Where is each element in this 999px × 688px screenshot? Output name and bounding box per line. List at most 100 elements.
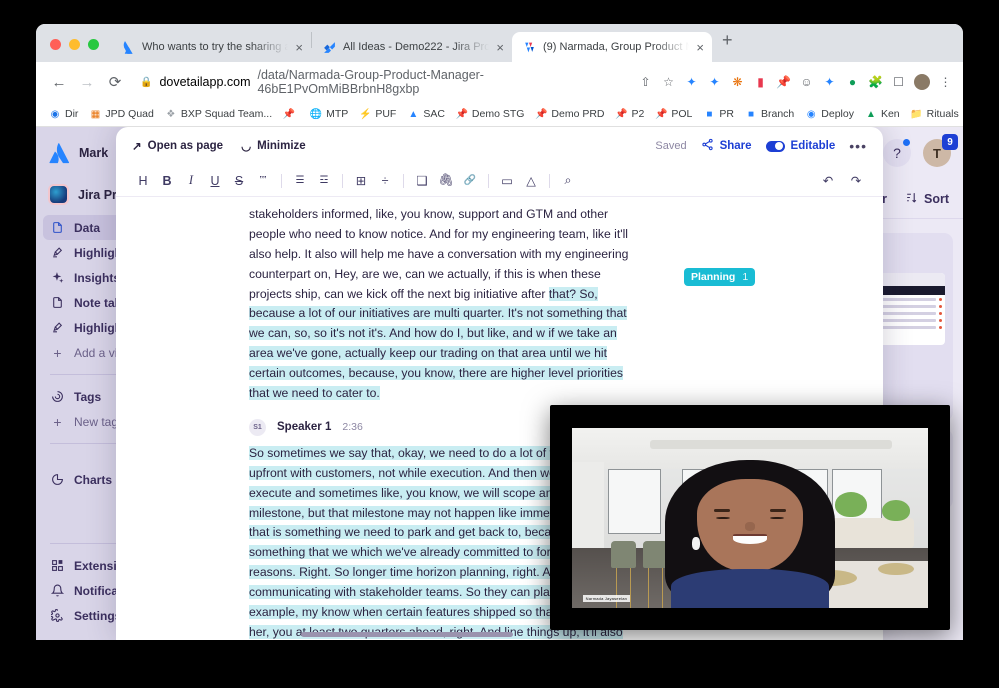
editor-toolbar: H B I U S ”” ☰ ☲ ⊞ ÷ ❑ 🖇 🔗 ▭ △ ⌕ ↶ ↷ bbox=[116, 165, 883, 197]
paragraph-highlighted-text: that? So, because a lot of our initiativ… bbox=[249, 286, 627, 401]
underline-icon[interactable]: U bbox=[204, 170, 226, 192]
minimize-window-button[interactable] bbox=[69, 39, 80, 50]
minimize-button[interactable]: ◡ Minimize bbox=[241, 139, 306, 153]
bookmark-demo-stg[interactable]: 📌 Demo STG bbox=[452, 106, 529, 122]
browser-menu-icon[interactable]: ⋮ bbox=[938, 75, 953, 90]
extension-jira-icon[interactable]: ✦ bbox=[684, 75, 699, 90]
video-call-overlay[interactable]: Narmada Jayaseelan bbox=[550, 405, 950, 630]
numbered-list-icon[interactable]: ☲ bbox=[313, 170, 335, 192]
drive-icon: ▲ bbox=[866, 108, 876, 120]
bullet-list-icon[interactable]: ☰ bbox=[289, 170, 311, 192]
bookmark-pin[interactable]: 📌 bbox=[279, 106, 303, 122]
italic-icon[interactable]: I bbox=[180, 170, 202, 192]
redo-icon[interactable]: ↷ bbox=[845, 170, 867, 192]
divider bbox=[549, 173, 550, 188]
browser-tab-3[interactable]: (9) Narmada, Group Product M × bbox=[512, 32, 712, 62]
sidebar-item-label: Data bbox=[74, 220, 101, 235]
participant-name-label: Narmada Jayaseelan bbox=[582, 595, 631, 603]
nose bbox=[744, 522, 756, 532]
back-button[interactable]: ← bbox=[46, 69, 72, 95]
browser-tab-1[interactable]: Who wants to try the sharing a × bbox=[111, 32, 311, 62]
close-window-button[interactable] bbox=[50, 39, 61, 50]
open-as-page-button[interactable]: ↗ Open as page bbox=[132, 139, 223, 153]
url-path: /data/Narmada-Group-Product-Manager-46bE… bbox=[257, 68, 484, 96]
video-icon[interactable]: ▭ bbox=[496, 170, 518, 192]
extensions-puzzle-icon[interactable]: 🧩 bbox=[868, 75, 883, 90]
table-icon[interactable]: ⊞ bbox=[350, 170, 372, 192]
bookmark-p2[interactable]: 📌 P2 bbox=[612, 106, 649, 122]
bookmark-mtp[interactable]: 🌐 MTP bbox=[306, 106, 352, 122]
bookmark-jpd-quad[interactable]: ▦ JPD Quad bbox=[85, 106, 157, 122]
extension-m-icon[interactable]: ▮ bbox=[753, 75, 768, 90]
extension-star-icon[interactable]: ✦ bbox=[822, 75, 837, 90]
close-icon[interactable]: × bbox=[496, 41, 504, 54]
reload-button[interactable]: ⟳ bbox=[102, 69, 128, 95]
close-icon[interactable]: × bbox=[295, 41, 303, 54]
folder-icon: 📁 bbox=[910, 108, 923, 120]
maximize-window-button[interactable] bbox=[88, 39, 99, 50]
tag-planning[interactable]: Planning 1 bbox=[684, 268, 756, 286]
bookmark-star-icon[interactable]: ☆ bbox=[661, 75, 676, 90]
eye-left bbox=[716, 516, 730, 519]
bookmark-puf[interactable]: ⚡ PUF bbox=[355, 106, 400, 122]
forward-button[interactable]: → bbox=[74, 69, 100, 95]
eye-right bbox=[770, 516, 784, 519]
attachment-icon[interactable]: 🖇 bbox=[435, 170, 457, 192]
jira-icon: 📌 bbox=[535, 108, 548, 120]
plus-icon: + bbox=[53, 413, 62, 430]
highlight-icon[interactable]: △ bbox=[520, 170, 542, 192]
horizontal-scrollbar[interactable] bbox=[301, 632, 513, 637]
bookmark-label: Dir bbox=[65, 108, 79, 120]
bookmark-ken[interactable]: ▲ Ken bbox=[861, 106, 904, 122]
toggle-switch[interactable] bbox=[765, 140, 785, 152]
heading-icon[interactable]: H bbox=[132, 170, 154, 192]
extension-smiley-icon[interactable]: ☺ bbox=[799, 75, 814, 90]
extension-confluence-icon[interactable]: ✦ bbox=[707, 75, 722, 90]
share-button[interactable]: Share bbox=[701, 138, 752, 154]
image-icon[interactable]: ❑ bbox=[411, 170, 433, 192]
sort-button[interactable]: Sort bbox=[905, 191, 949, 207]
profile-avatar[interactable] bbox=[914, 74, 930, 90]
jira-icon: 📌 bbox=[455, 108, 469, 120]
search-icon[interactable]: ⌕ bbox=[557, 170, 579, 192]
bookmark-pol[interactable]: 📌 POL bbox=[651, 106, 696, 122]
extension-pin-icon[interactable]: 📌 bbox=[776, 75, 791, 90]
strikethrough-icon[interactable]: S bbox=[228, 170, 250, 192]
url-host: dovetailapp.com bbox=[159, 75, 251, 89]
bookmark-pr[interactable]: ■ PR bbox=[699, 106, 738, 122]
new-tab-button[interactable]: + bbox=[712, 30, 743, 56]
divider bbox=[488, 173, 489, 188]
earbud-icon bbox=[691, 536, 701, 550]
divider-icon[interactable]: ÷ bbox=[374, 170, 396, 192]
bookmark-bxp-squad-team[interactable]: ❖ BXP Squad Team... bbox=[161, 106, 276, 122]
sidepanel-icon[interactable]: ☐ bbox=[891, 75, 906, 90]
bookmark-deploy[interactable]: ◉ Deploy bbox=[801, 106, 858, 122]
extension-colorful-icon[interactable]: ❋ bbox=[730, 75, 745, 90]
jira-icon: 📌 bbox=[655, 108, 668, 120]
slides-icon: ▦ bbox=[90, 108, 101, 120]
extension-green-icon[interactable]: ● bbox=[845, 75, 860, 90]
editable-toggle[interactable]: Editable bbox=[765, 140, 835, 152]
more-options-button[interactable]: ••• bbox=[849, 138, 867, 154]
bookmark-rituals[interactable]: 📁 Rituals bbox=[907, 106, 963, 122]
video-participant bbox=[664, 459, 836, 608]
url-input[interactable]: 🔒 dovetailapp.com/data/Narmada-Group-Pro… bbox=[136, 68, 626, 96]
bookmark-sac[interactable]: ▲ SAC bbox=[403, 106, 449, 122]
speaker-avatar: S1 bbox=[249, 418, 266, 436]
avatar[interactable]: T 9 bbox=[923, 134, 958, 167]
bold-icon[interactable]: B bbox=[156, 170, 178, 192]
browser-tab-1-title: Who wants to try the sharing a bbox=[142, 41, 289, 53]
speaker-timestamp[interactable]: 2:36 bbox=[342, 421, 362, 433]
bookmark-label: Demo PRD bbox=[551, 108, 605, 120]
share-icon[interactable]: ⇧ bbox=[638, 75, 653, 90]
link-icon[interactable]: 🔗 bbox=[459, 170, 481, 192]
atlassian-icon: ▲ bbox=[408, 108, 419, 120]
undo-icon[interactable]: ↶ bbox=[817, 170, 839, 192]
help-icon[interactable]: ? bbox=[883, 139, 911, 167]
bookmark-demo-prd[interactable]: 📌 Demo PRD bbox=[531, 106, 608, 122]
bookmark-dir[interactable]: ◉ Dir bbox=[45, 106, 82, 122]
bookmark-branch[interactable]: ■ Branch bbox=[741, 106, 798, 122]
quote-icon[interactable]: ”” bbox=[252, 170, 274, 192]
browser-tab-2[interactable]: All Ideas - Demo222 - Jira Pro × bbox=[312, 32, 512, 62]
close-icon[interactable]: × bbox=[696, 41, 704, 54]
